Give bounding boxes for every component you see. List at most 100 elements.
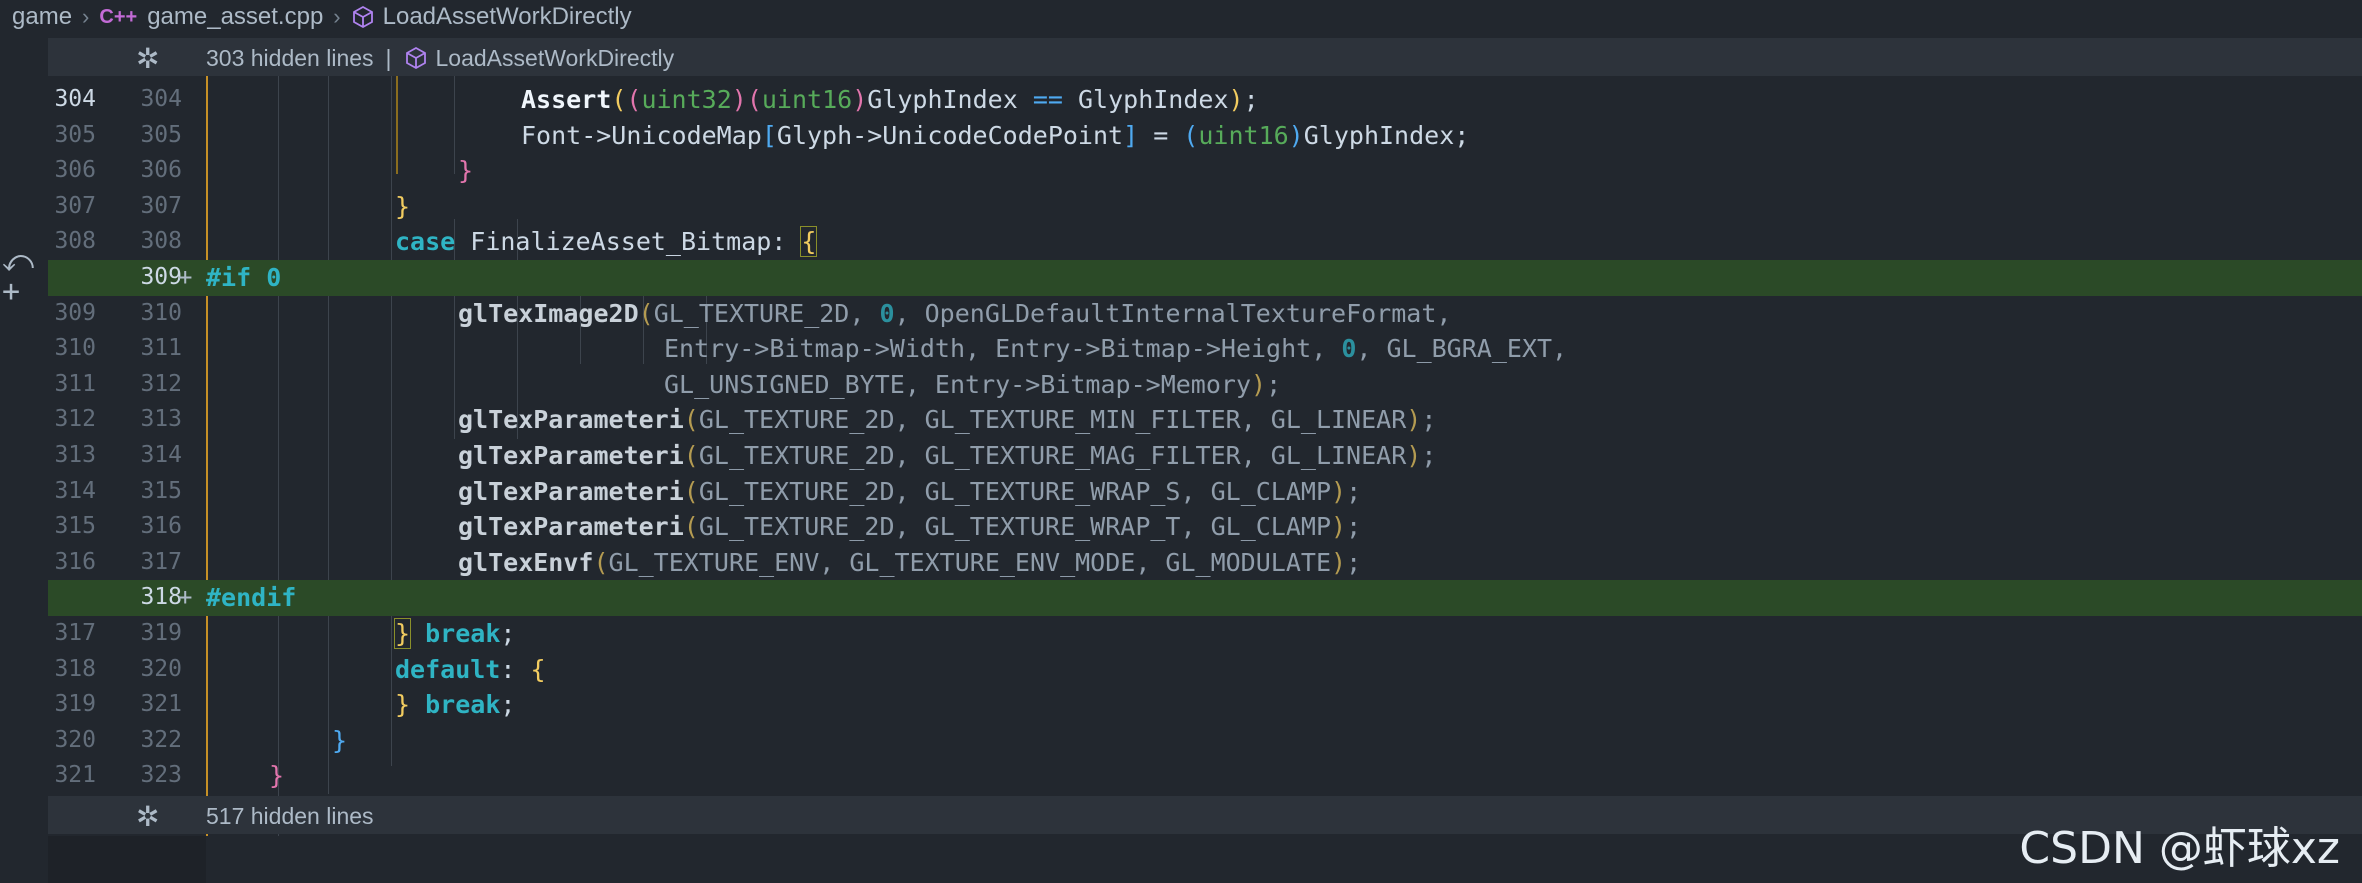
token: ( (683, 476, 699, 506)
old-line-number: 318 (54, 655, 96, 682)
breadcrumb: game › C++ game_asset.cpp › LoadAssetWor… (0, 0, 2362, 34)
token: ; (500, 690, 516, 720)
breadcrumb-item-folder[interactable]: game (12, 3, 72, 31)
new-line-number: 311 (140, 335, 182, 362)
unfold-icon[interactable]: ✲ (136, 42, 159, 75)
token: = (1138, 120, 1184, 150)
token: 0 (1341, 334, 1357, 364)
token: Font->UnicodeMap (521, 120, 762, 150)
diff-editor[interactable]: ✲ 303 hidden lines | LoadAssetWorkDirectly… (48, 34, 2362, 883)
token: glTexParameteri (458, 476, 684, 506)
token: GL_TEXTURE_2D, GL_TEXTURE_MAG_FILTER, GL… (698, 441, 1407, 470)
new-line-number: 312 (140, 370, 182, 397)
code-line[interactable]: 320 322 } (48, 723, 2362, 759)
code-line[interactable]: 312 313 glTexParameteri(GL_TEXTURE_2D, G… (48, 402, 2362, 438)
method-cube-icon (352, 5, 373, 29)
token: : (500, 654, 531, 684)
new-line-number: 315 (140, 477, 182, 504)
token: GL_TEXTURE_ENV, GL_TEXTURE_ENV_MODE, GL_… (608, 547, 1331, 577)
old-line-number: 304 (54, 86, 96, 112)
token: } (395, 191, 411, 221)
hidden-lines-symbol[interactable]: LoadAssetWorkDirectly (436, 45, 675, 71)
token: glTexImage2D (458, 298, 639, 328)
new-line-number: 320 (140, 655, 182, 682)
new-line-number: 306 (140, 157, 182, 184)
token: } (269, 761, 285, 791)
token: [ (761, 120, 777, 150)
breadcrumb-item-file[interactable]: game_asset.cpp (147, 3, 323, 31)
token: ) (731, 85, 747, 114)
new-line-number: 304 (140, 86, 182, 112)
token: , GL_BGRA_EXT, (1356, 334, 1568, 364)
diff-actions-gutter: ⤺ + (0, 34, 48, 883)
token: GL_TEXTURE_2D, GL_TEXTURE_MIN_FILTER, GL… (698, 405, 1407, 435)
token: ) (1251, 369, 1267, 399)
watermark: CSDN @虾球xz (2019, 823, 2340, 874)
hidden-lines-top[interactable]: ✲ 303 hidden lines | LoadAssetWorkDirectly (48, 38, 2362, 76)
token: GlyphIndex; (1303, 120, 1470, 150)
unfold-icon[interactable]: ✲ (136, 800, 159, 833)
token: ; (500, 619, 516, 648)
token: GlyphIndex (1062, 85, 1229, 114)
breadcrumb-item-symbol[interactable]: LoadAssetWorkDirectly (383, 3, 632, 31)
code-line[interactable]: 315 316 glTexParameteri(GL_TEXTURE_2D, G… (48, 509, 2362, 545)
added-line-plus-icon: + (178, 263, 193, 291)
old-line-number: 305 (54, 121, 96, 148)
new-line-number: 322 (140, 726, 182, 753)
token: break (425, 690, 501, 720)
new-line-number: 313 (140, 406, 182, 433)
code-line[interactable]: 318 320 default: { (48, 652, 2362, 688)
token: GL_TEXTURE_2D, GL_TEXTURE_WRAP_T, GL_CLA… (698, 512, 1331, 542)
code-line[interactable]: 305 305 Font->UnicodeMap[Glyph->UnicodeC… (48, 118, 2362, 154)
token: ; (1266, 369, 1282, 399)
token: GL_TEXTURE_2D, (653, 298, 880, 328)
new-line-number: 321 (140, 691, 182, 718)
token: GL_UNSIGNED_BYTE, Entry->Bitmap->Memory (664, 369, 1251, 399)
new-line-number: 308 (140, 228, 182, 255)
code-line-added[interactable]: 309 + #if 0 (48, 260, 2362, 296)
new-line-number: 319 (140, 620, 182, 646)
method-cube-icon (405, 46, 426, 70)
code-line[interactable]: 316 317 glTexEnvf(GL_TEXTURE_ENV, GL_TEX… (48, 545, 2362, 581)
stage-plus-icon[interactable]: + (2, 274, 20, 309)
token: ( (593, 547, 609, 577)
new-line-number: 310 (140, 299, 182, 326)
token: ; (1346, 547, 1362, 577)
code-line[interactable]: 314 315 glTexParameteri(GL_TEXTURE_2D, G… (48, 474, 2362, 510)
token: } (393, 618, 412, 649)
new-line-number: 323 (140, 762, 182, 789)
hidden-lines-label: 517 hidden lines (206, 803, 374, 829)
new-line-number: 317 (140, 548, 182, 575)
code-line[interactable]: 304 304 Assert((uint32)(uint16)GlyphInde… (48, 82, 2362, 118)
token: ) (1406, 441, 1422, 470)
token: #if (206, 263, 252, 292)
token: case (395, 227, 456, 257)
code-line-added[interactable]: 318 + #endif (48, 580, 2362, 616)
old-line-number: 311 (54, 370, 96, 397)
token: ( (638, 298, 654, 328)
token: ; (1421, 405, 1437, 435)
code-line[interactable]: 310 311 Entry->Bitmap->Width, Entry->Bit… (48, 331, 2362, 367)
old-line-number: 313 (54, 442, 96, 468)
token: ) (1288, 120, 1304, 150)
token: uint16 (761, 85, 853, 114)
code-line[interactable]: 313 314 glTexParameteri(GL_TEXTURE_2D, G… (48, 438, 2362, 474)
hidden-lines-bottom[interactable]: ✲ 517 hidden lines (48, 796, 2362, 834)
token: FinalizeAsset_Bitmap: (455, 227, 802, 257)
old-line-number: 309 (54, 299, 96, 326)
code-line[interactable]: 308 308 case FinalizeAsset_Bitmap: { (48, 224, 2362, 260)
new-line-number: 309 (140, 264, 182, 290)
code-line[interactable]: 319 321 } break; (48, 687, 2362, 723)
token: uint32 (641, 85, 732, 114)
token: 0 (266, 263, 282, 292)
code-line[interactable]: 309 310 glTexImage2D(GL_TEXTURE_2D, 0, O… (48, 296, 2362, 332)
old-line-number: 307 (54, 192, 96, 219)
old-line-number: 315 (54, 513, 96, 540)
old-line-number: 310 (54, 335, 96, 362)
code-line[interactable]: 307 307 } (48, 189, 2362, 225)
code-line[interactable]: 306 306 } (48, 153, 2362, 189)
code-line[interactable]: 321 323 } (48, 758, 2362, 794)
token: ; (1346, 476, 1362, 506)
code-line[interactable]: 317 319 } break; (48, 616, 2362, 652)
code-line[interactable]: 311 312 GL_UNSIGNED_BYTE, Entry->Bitmap-… (48, 367, 2362, 403)
